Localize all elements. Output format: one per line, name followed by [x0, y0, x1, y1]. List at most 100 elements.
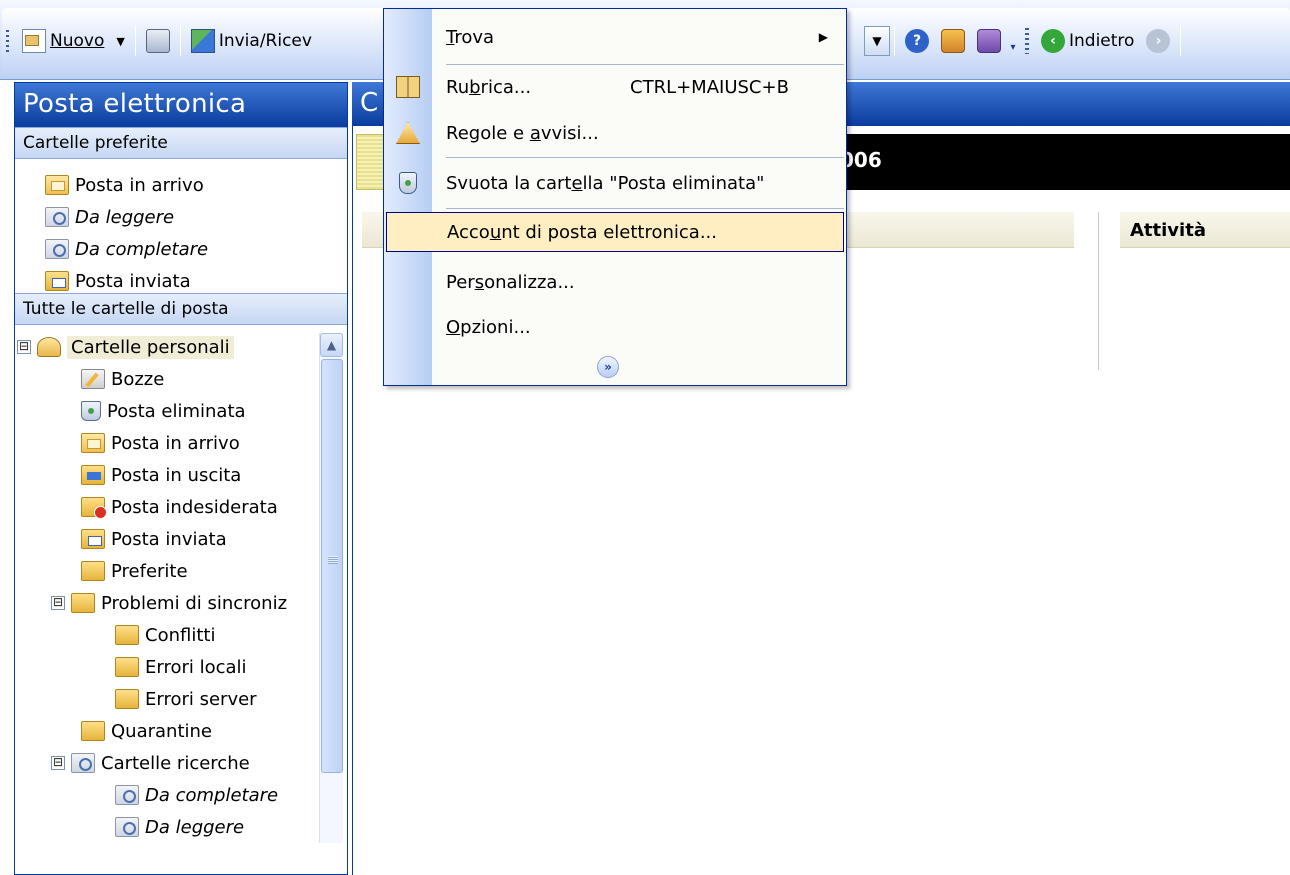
personal-folders-icon	[37, 337, 61, 357]
help-button[interactable]: ?	[899, 25, 935, 57]
tree-item-label: Posta inviata	[111, 528, 227, 550]
tree-item-label: Problemi di sincroniz	[101, 592, 288, 614]
tree-item-inbox[interactable]: Posta in arrivo	[15, 427, 347, 459]
favorite-label: Da completare	[75, 238, 209, 260]
tree-item-label: Quarantine	[111, 720, 212, 742]
folder-icon	[81, 561, 105, 581]
toolbar-strip-right: ▼ ? ▾ ‹ Indietro ›	[846, 8, 1290, 74]
folder-tree-scrollbar[interactable]: ▲	[319, 333, 343, 843]
tree-item-server-errors[interactable]: Errori server	[15, 683, 347, 715]
tree-item-sync-issues[interactable]: ⊟ Problemi di sincroniz	[15, 587, 347, 619]
tree-item-deleted[interactable]: Posta eliminata	[15, 395, 347, 427]
tree-item-label: Cartelle personali	[67, 335, 234, 359]
folder-icon	[115, 689, 139, 709]
tree-item-junk[interactable]: Posta indesiderata	[15, 491, 347, 523]
nav-pane-title: Posta elettronica	[15, 83, 347, 127]
send-receive-label: Invia/Ricev	[218, 31, 312, 51]
tree-item-local-errors[interactable]: Errori locali	[15, 651, 347, 683]
new-button[interactable]: Nuovo	[16, 25, 110, 57]
search-folder-icon	[71, 753, 95, 773]
send-receive-icon	[190, 29, 215, 53]
tree-item-label: Errori server	[145, 688, 257, 710]
back-button[interactable]: ‹ Indietro	[1035, 25, 1140, 57]
toolbar-separator	[134, 26, 136, 56]
menu-item-rules-alerts[interactable]: Regole e avvisi...	[384, 113, 846, 153]
trash-icon	[81, 401, 101, 421]
submenu-arrow-icon: ▶	[818, 30, 828, 44]
forward-button[interactable]: ›	[1140, 25, 1176, 57]
menu-item-find[interactable]: Trova ▶	[384, 17, 846, 57]
all-folders-section-title[interactable]: Tutte le cartelle di posta	[15, 293, 347, 325]
favorites-section-title[interactable]: Cartelle preferite	[15, 127, 347, 159]
tree-item-search-folders[interactable]: ⊟ Cartelle ricerche	[15, 747, 347, 779]
toolbar-grip[interactable]	[1025, 28, 1029, 54]
menu-item-label: Regole e avvisi...	[446, 122, 599, 144]
collapse-icon[interactable]: ⊟	[17, 340, 31, 354]
back-arrow-icon: ‹	[1041, 29, 1065, 53]
tree-item-label: Da completare	[145, 784, 279, 806]
menu-item-empty-deleted[interactable]: Svuota la cartella "Posta eliminata"	[384, 163, 846, 203]
favorite-label: Posta inviata	[75, 270, 191, 292]
menu-item-options[interactable]: Opzioni...	[384, 307, 846, 347]
menu-item-label: Personalizza...	[446, 271, 575, 293]
menu-item-shortcut: CTRL+MAIUSC+B	[630, 76, 789, 98]
junk-mail-icon	[81, 497, 107, 519]
tree-item-label: Posta eliminata	[107, 400, 246, 422]
tree-item-label: Posta in uscita	[111, 464, 242, 486]
folder-icon	[115, 625, 139, 645]
address-book-icon	[396, 76, 420, 98]
menu-item-customize[interactable]: Personalizza...	[384, 262, 846, 302]
send-receive-button[interactable]: Invia/Ricev	[185, 25, 318, 57]
scrollbar-thumb[interactable]	[321, 359, 343, 773]
security-button[interactable]	[971, 25, 1007, 57]
folder-tree: ⊟ Cartelle personali Bozze Posta elimina…	[15, 325, 347, 847]
scrollbar-grip-icon	[328, 556, 338, 564]
tree-item-search-unread[interactable]: Da leggere	[15, 811, 347, 843]
print-button[interactable]	[140, 25, 176, 57]
favorite-label: Da leggere	[75, 206, 175, 228]
toolbar-strip-left: Nuovo ▼ Invia/Ricev	[2, 8, 386, 74]
tree-item-personal-folders[interactable]: ⊟ Cartelle personali	[15, 331, 347, 363]
collapse-icon[interactable]: ⊟	[51, 596, 65, 610]
expand-menu-chevron-icon[interactable]: »	[597, 356, 619, 378]
tree-item-label: Bozze	[111, 368, 165, 390]
new-button-label: Nuovo	[50, 31, 105, 51]
drafts-icon	[81, 369, 105, 389]
favorite-inbox[interactable]: Posta in arrivo	[45, 169, 347, 201]
navigation-pane: Posta elettronica Cartelle preferite Pos…	[14, 82, 348, 875]
tasks-column-header[interactable]: Attività	[1120, 212, 1290, 248]
spam-filter-button[interactable]	[935, 25, 971, 57]
tree-item-drafts[interactable]: Bozze	[15, 363, 347, 395]
rules-alerts-icon	[396, 122, 420, 144]
tree-item-outbox[interactable]: Posta in uscita	[15, 459, 347, 491]
menu-item-label: Rubrica...	[446, 76, 532, 98]
tree-item-search-followup[interactable]: Da completare	[15, 779, 347, 811]
favorite-followup[interactable]: Da completare	[45, 233, 347, 265]
printer-icon	[145, 29, 170, 53]
toolbar-options-chevron[interactable]: ▾	[1007, 29, 1019, 53]
menu-item-label: Trova	[446, 26, 495, 48]
menu-separator	[446, 157, 844, 158]
menu-item-label: Account di posta elettronica...	[447, 221, 717, 243]
favorite-unread[interactable]: Da leggere	[45, 201, 347, 233]
toolbar-separator	[179, 26, 181, 56]
menu-item-address-book[interactable]: Rubrica... CTRL+MAIUSC+B	[384, 67, 846, 107]
shield-icon	[977, 29, 1001, 53]
tree-item-label: Errori locali	[145, 656, 247, 678]
tree-item-quarantine[interactable]: Quarantine	[15, 715, 347, 747]
collapse-icon[interactable]: ⊟	[51, 756, 65, 770]
tree-item-favorites[interactable]: Preferite	[15, 555, 347, 587]
inbox-icon	[45, 175, 69, 195]
tree-item-label: Preferite	[111, 560, 188, 582]
favorite-folders-list: Posta in arrivo Da leggere Da completare…	[15, 159, 347, 293]
tree-item-label: Conflitti	[145, 624, 216, 646]
scroll-up-button[interactable]: ▲	[320, 333, 343, 357]
menu-item-email-accounts[interactable]: Account di posta elettronica...	[386, 212, 844, 252]
tree-item-sent[interactable]: Posta inviata	[15, 523, 347, 555]
new-dropdown-arrow[interactable]: ▼	[110, 31, 130, 52]
find-contact-combo-arrow[interactable]: ▼	[864, 26, 890, 56]
tree-item-conflicts[interactable]: Conflitti	[15, 619, 347, 651]
new-mail-icon	[22, 29, 46, 53]
toolbar-grip[interactable]	[6, 30, 9, 54]
menu-separator	[446, 208, 844, 209]
